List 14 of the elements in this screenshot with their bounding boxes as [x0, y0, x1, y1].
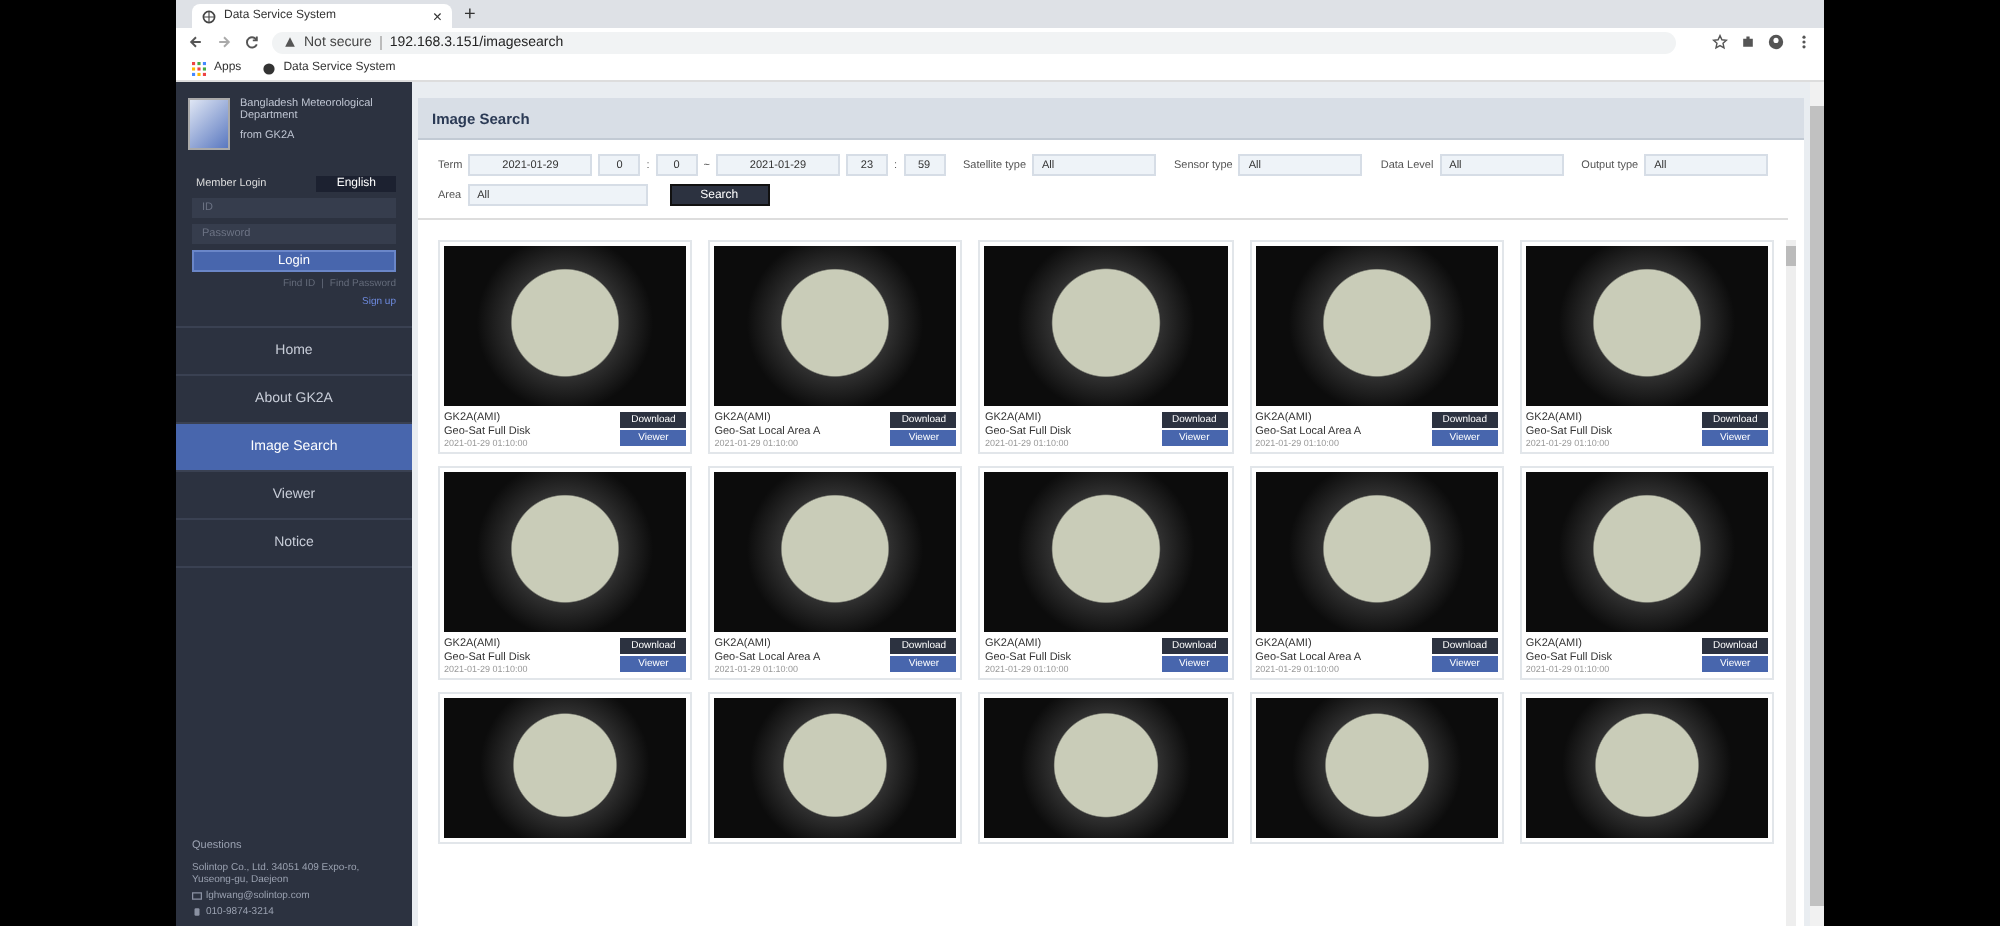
warning-icon: [284, 36, 296, 48]
back-icon[interactable]: [188, 34, 204, 50]
profile-icon[interactable]: [1768, 34, 1784, 50]
mail-icon: [192, 892, 202, 900]
globe-icon: [202, 9, 216, 23]
extension-icon[interactable]: [1740, 34, 1756, 50]
apps-grid-icon[interactable]: [192, 61, 206, 75]
star-icon[interactable]: [1712, 34, 1728, 50]
logo-image: [188, 98, 230, 150]
reload-icon[interactable]: [244, 34, 260, 50]
globe-icon: [261, 61, 276, 75]
close-tab-button[interactable]: ×: [432, 7, 442, 25]
new-tab-button[interactable]: +: [464, 4, 476, 28]
phone-icon: [192, 908, 202, 916]
